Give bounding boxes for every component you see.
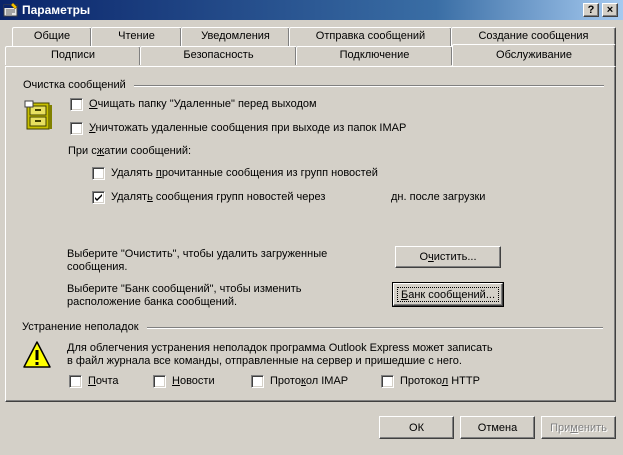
warning-icon bbox=[22, 340, 52, 370]
label-part: атии сообщений: bbox=[104, 145, 192, 157]
store-folder-button[interactable]: Банк сообщений... bbox=[392, 282, 504, 307]
label-part: Протоко bbox=[400, 375, 442, 387]
file-cabinet-icon bbox=[23, 99, 55, 131]
accesskey: Н bbox=[172, 375, 180, 387]
log-http-checkbox[interactable] bbox=[381, 375, 394, 388]
log-http-label[interactable]: Протокол HTTP bbox=[400, 375, 480, 387]
tab-general[interactable]: Общие bbox=[12, 27, 92, 46]
delete-news-after-label[interactable]: Удалять сообщения групп новостей через bbox=[111, 191, 325, 203]
troubleshoot-description-line2: в файл журнала все команды, отправленные… bbox=[67, 355, 462, 367]
tab-signatures[interactable]: Подписи bbox=[5, 46, 141, 65]
label-part: Удалять bbox=[111, 167, 156, 179]
cancel-button[interactable]: Отмена bbox=[460, 416, 535, 439]
options-window-icon bbox=[3, 2, 19, 18]
checkmark-icon bbox=[95, 194, 102, 201]
accesskey: О bbox=[89, 98, 98, 110]
label-part: Удалят bbox=[111, 191, 148, 203]
delete-read-news-checkbox[interactable] bbox=[92, 167, 105, 180]
label-part: н. после загрузки bbox=[397, 191, 486, 203]
tab-label: Чтение bbox=[118, 30, 155, 42]
tab-label: Безопасность bbox=[183, 49, 254, 61]
days-suffix-label: дн. после загрузки bbox=[391, 191, 485, 203]
close-button[interactable]: × bbox=[602, 3, 618, 17]
tab-send[interactable]: Отправка сообщений bbox=[289, 27, 452, 46]
troubleshoot-group-title: Устранение неполадок bbox=[22, 321, 139, 333]
delete-news-after-checkbox[interactable] bbox=[92, 191, 105, 204]
label-part: истить... bbox=[433, 251, 477, 263]
label-part: овости bbox=[179, 375, 215, 387]
label-part: HTTP bbox=[448, 375, 480, 387]
cleanup-group-divider bbox=[134, 85, 604, 87]
tab-maintenance[interactable]: Обслуживание bbox=[452, 44, 616, 66]
tab-label: Общие bbox=[33, 30, 71, 42]
close-icon: × bbox=[606, 4, 614, 16]
log-news-checkbox[interactable] bbox=[153, 375, 166, 388]
purge-imap-label[interactable]: Уничтожать удаленные сообщения при выход… bbox=[89, 122, 406, 134]
ok-button[interactable]: ОК bbox=[379, 416, 454, 439]
tab-security[interactable]: Безопасность bbox=[140, 46, 297, 65]
tab-label: Создание сообщения bbox=[478, 30, 589, 42]
label-part: При bbox=[550, 421, 571, 434]
store-description-line2: расположение банка сообщений. bbox=[67, 296, 238, 308]
label-part: чищать папку "Удаленные" перед выходом bbox=[97, 98, 317, 110]
clean-now-button[interactable]: Очистить... bbox=[395, 246, 501, 268]
compact-label: При сжатии сообщений: bbox=[68, 145, 191, 157]
clean-description-line1: Выберите "Очистить", чтобы удалить загру… bbox=[67, 248, 328, 260]
accesskey: м bbox=[570, 421, 578, 434]
empty-deleted-label[interactable]: Очищать папку "Удаленные" перед выходом bbox=[89, 98, 317, 110]
label-part: рочитанные сообщения из групп новостей bbox=[161, 167, 378, 179]
tab-receipts[interactable]: Уведомления bbox=[181, 27, 290, 46]
purge-imap-checkbox[interactable] bbox=[70, 122, 83, 135]
window-title: Параметры bbox=[22, 3, 91, 17]
log-news-label[interactable]: Новости bbox=[172, 375, 215, 387]
tab-label: Обслуживание bbox=[496, 49, 572, 61]
clean-description-line2: сообщения. bbox=[67, 261, 128, 273]
focus-rect bbox=[397, 287, 499, 302]
help-icon: ? bbox=[587, 4, 595, 16]
log-imap-label[interactable]: Протокол IMAP bbox=[270, 375, 348, 387]
log-mail-checkbox[interactable] bbox=[69, 375, 82, 388]
apply-button[interactable]: Применить bbox=[541, 416, 616, 439]
cleanup-group-title: Очистка сообщений bbox=[23, 79, 126, 91]
delete-read-news-label[interactable]: Удалять прочитанные сообщения из групп н… bbox=[111, 167, 378, 179]
label-part: О bbox=[419, 251, 429, 263]
empty-deleted-checkbox[interactable] bbox=[70, 98, 83, 111]
label-part: Прото bbox=[270, 375, 301, 387]
troubleshoot-group-divider bbox=[147, 327, 603, 329]
troubleshoot-description-line1: Для облегчения устранения неполадок прог… bbox=[67, 342, 493, 354]
label-part: При с bbox=[68, 145, 97, 157]
tab-read[interactable]: Чтение bbox=[91, 27, 182, 46]
log-imap-checkbox[interactable] bbox=[251, 375, 264, 388]
label-part: ничтожать удаленные сообщения при выходе… bbox=[95, 122, 407, 134]
label-part: ол IMAP bbox=[305, 375, 349, 387]
title-bar[interactable]: Параметры ? × bbox=[0, 0, 623, 20]
tab-connection[interactable]: Подключение bbox=[296, 46, 453, 65]
label-part: очта bbox=[95, 375, 119, 387]
tab-label: Подключение bbox=[339, 49, 410, 61]
label-part: енить bbox=[577, 421, 607, 434]
store-description-line1: Выберите "Банк сообщений", чтобы изменит… bbox=[67, 283, 302, 295]
accesskey: П bbox=[88, 375, 96, 387]
help-button[interactable]: ? bbox=[583, 3, 599, 17]
tab-label: Подписи bbox=[51, 49, 95, 61]
label-part: сообщения групп новостей через bbox=[152, 191, 326, 203]
log-mail-label[interactable]: Почта bbox=[88, 375, 119, 387]
tab-label: Уведомления bbox=[201, 30, 270, 42]
tab-label: Отправка сообщений bbox=[315, 30, 426, 42]
